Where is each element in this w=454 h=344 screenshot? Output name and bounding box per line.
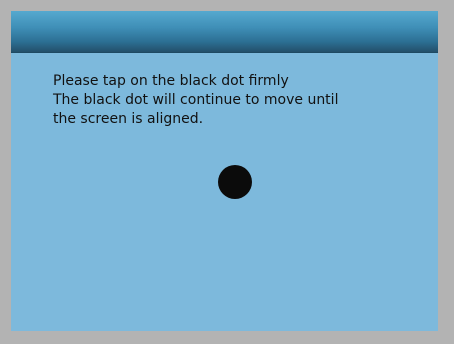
instruction-line-1: Please tap on the black dot firmly xyxy=(53,73,289,89)
instruction-line-3: the screen is aligned. xyxy=(53,111,204,127)
calibration-screen[interactable]: Please tap on the black dot firmly The b… xyxy=(11,11,438,331)
black-dot-icon[interactable] xyxy=(218,165,252,199)
instruction-line-2: The black dot will continue to move unti… xyxy=(53,92,339,108)
calibration-instructions: Please tap on the black dot firmly The b… xyxy=(53,72,413,129)
title-bar xyxy=(11,11,438,53)
